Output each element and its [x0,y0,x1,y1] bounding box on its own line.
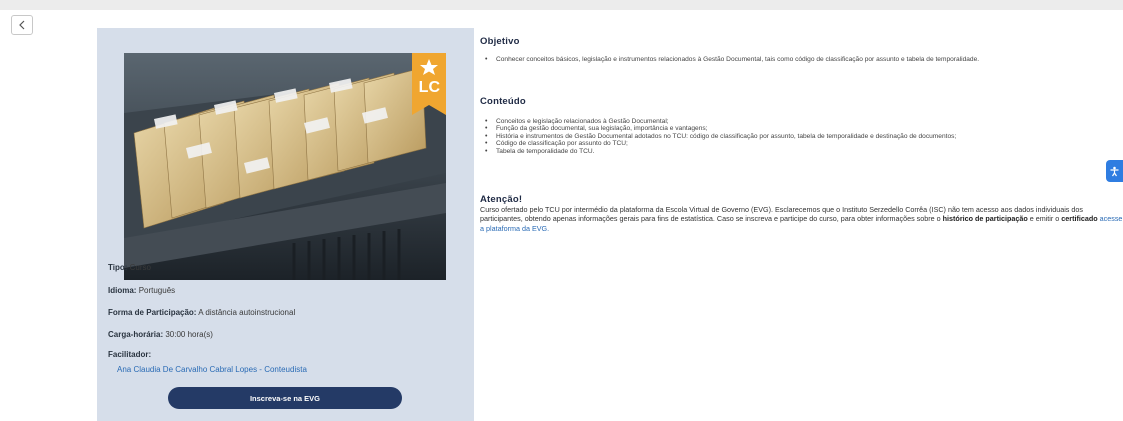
chevron-left-icon [19,20,25,30]
list-item: Conhecer conceitos básicos, legislação e… [480,56,1055,64]
conteudo-list: Conceitos e legislação relacionados à Ge… [480,118,1040,155]
objetivo-title: Objetivo [480,36,520,47]
atencao-section: Atenção! Curso ofertado pelo TCU por int… [480,194,1123,233]
meta-carga: Carga-horária: 30:00 hora(s) [108,330,213,339]
conteudo-title: Conteúdo [480,96,526,107]
enroll-evg-button[interactable]: Inscreva-se na EVG [168,387,402,409]
facilitador-link[interactable]: Ana Claudia De Carvalho Cabral Lopes - C… [117,365,307,374]
back-button[interactable] [11,15,33,35]
meta-forma: Forma de Participação: A distância autoi… [108,308,296,317]
list-item: Função da gestão documental, sua legisla… [480,125,1040,133]
conteudo-section: Conteúdo Conceitos e legislação relacion… [480,96,1040,155]
atencao-title: Atenção! [480,194,523,205]
list-item: Tabela de temporalidade do TCU. [480,148,1040,156]
list-item: Conceitos e legislação relacionados à Ge… [480,118,1040,126]
list-item: Código de classificação por assunto do T… [480,140,1040,148]
objetivo-list: Conhecer conceitos básicos, legislação e… [480,56,1055,64]
top-bar [0,0,1123,10]
atencao-text: Curso ofertado pelo TCU por intermédio d… [480,205,1123,233]
accessibility-icon [1110,166,1119,176]
meta-tipo: Tipo: Curso [108,263,151,272]
meta-idioma: Idioma: Português [108,286,176,295]
course-info-card: LC Tipo: Curso Idioma: Português Forma d… [97,28,474,421]
badge-lc: LC [418,79,440,96]
meta-facilitador: Facilitador: [108,350,152,359]
objetivo-section: Objetivo Conhecer conceitos básicos, leg… [480,36,1055,64]
course-image: LC [124,53,446,280]
list-item: História e instrumentos de Gestão Docume… [480,133,1040,141]
accessibility-widget-button[interactable] [1106,160,1123,182]
